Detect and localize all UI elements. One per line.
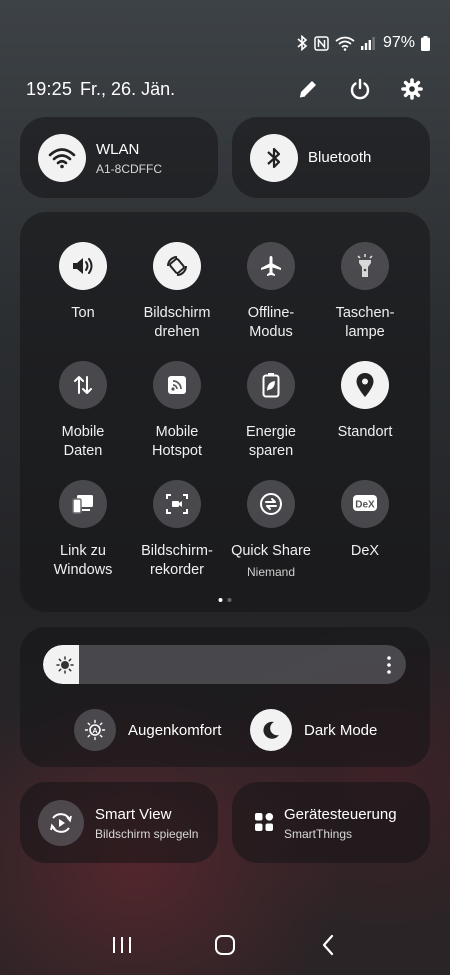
qs-screen-recorder[interactable]: Bildschirm- rekorder [129,480,225,580]
device-grid-icon [254,812,274,832]
flashlight-icon [341,242,389,290]
status-bar: 97% [296,34,430,52]
battery-icon [421,35,430,51]
signal-icon [360,36,375,50]
clock: 19:25 [26,78,73,99]
quick-share-icon [247,480,295,528]
battery-saver-icon [247,361,295,409]
device-control-subtitle: SmartThings [284,827,353,841]
svg-text:A: A [92,728,97,735]
qs-label: Energie sparen [246,424,296,459]
smart-view-tile[interactable]: Smart View Bildschirm spiegeln [20,782,218,863]
hotspot-icon [153,361,201,409]
wifi-icon [38,134,86,182]
power-icon[interactable] [348,77,372,101]
device-control-title: Gerätesteuerung [284,806,397,823]
panel-header: 19:25 Fr., 26. Jän. [26,75,424,103]
sun-icon [56,656,74,674]
dark-mode-label: Dark Mode [304,721,378,739]
edit-pencil-icon[interactable] [296,77,320,101]
qs-mobile-data[interactable]: Mobile Daten [35,361,131,461]
eye-comfort-icon: A [74,709,116,751]
qs-label: Standort [337,424,393,440]
qs-sound[interactable]: Ton [35,242,131,323]
brightness-panel: A Augenkomfort Dark Mode [20,627,430,767]
qs-dex[interactable]: DeX DeX [317,480,413,561]
qs-quick-share[interactable]: Quick Share Niemand [223,480,319,579]
qs-label: Taschen- lampe [335,305,395,340]
qs-location[interactable]: Standort [317,361,413,442]
volume-icon [59,242,107,290]
qs-label: Mobile Daten [61,424,105,459]
eye-comfort-label: Augenkomfort [128,721,222,739]
qs-power-saving[interactable]: Energie sparen [223,361,319,461]
screen-recorder-icon [153,480,201,528]
navigation-bar [0,915,450,975]
date: Fr., 26. Jän. [80,78,176,99]
qs-airplane[interactable]: Offline- Modus [223,242,319,342]
qs-sublabel: Niemand [246,565,296,579]
qs-label: Offline- Modus [247,305,295,340]
bluetooth-title: Bluetooth [308,149,372,166]
home-icon[interactable] [210,930,240,960]
wlan-network-name: A1-8CDFFC [96,162,163,176]
recent-apps-icon[interactable] [107,930,137,960]
airplane-icon [247,242,295,290]
svg-text:DeX: DeX [355,500,375,511]
qs-label: Quick Share [231,543,311,559]
qs-label: DeX [350,543,380,559]
page-indicator [218,598,232,602]
qs-hotspot[interactable]: Mobile Hotspot [129,361,225,461]
quick-settings-panel: Ton Bildschirm drehen Offline- Modus Tas… [20,212,430,612]
moon-icon [250,709,292,751]
bluetooth-status-icon [296,35,308,51]
wlan-title: WLAN [96,141,140,158]
dark-mode-toggle[interactable]: Dark Mode [250,709,377,751]
back-icon[interactable] [313,930,343,960]
qs-link-windows[interactable]: Link zu Windows [35,480,131,580]
auto-rotate-icon [153,242,201,290]
bluetooth-icon [250,134,298,182]
smart-view-title: Smart View [95,806,172,823]
nfc-icon [314,35,329,51]
bluetooth-tile[interactable]: Bluetooth [232,117,430,198]
location-icon [341,361,389,409]
qs-auto-rotate[interactable]: Bildschirm drehen [129,242,225,342]
settings-gear-icon[interactable] [400,77,424,101]
page-dot-active [218,598,223,602]
smart-view-subtitle: Bildschirm spiegeln [95,827,199,841]
qs-label: Bildschirm- rekorder [141,543,213,578]
qs-label: Mobile Hotspot [152,424,202,459]
qs-label: Bildschirm drehen [143,305,211,340]
qs-label: Link zu Windows [53,543,113,578]
eye-comfort-toggle[interactable]: A Augenkomfort [74,709,221,751]
more-options-icon[interactable] [386,655,392,675]
battery-percent: 97% [382,34,415,51]
smart-view-icon [38,800,84,846]
qs-label: Ton [71,305,95,321]
page-dot [227,598,232,602]
wifi-status-icon [335,36,355,51]
mobile-data-icon [59,361,107,409]
brightness-slider[interactable] [43,645,406,684]
dex-icon: DeX [341,480,389,528]
wlan-tile[interactable]: WLAN A1-8CDFFC [20,117,218,198]
link-windows-icon [59,480,107,528]
device-control-tile[interactable]: Gerätesteuerung SmartThings [232,782,430,863]
qs-flashlight[interactable]: Taschen- lampe [317,242,413,342]
